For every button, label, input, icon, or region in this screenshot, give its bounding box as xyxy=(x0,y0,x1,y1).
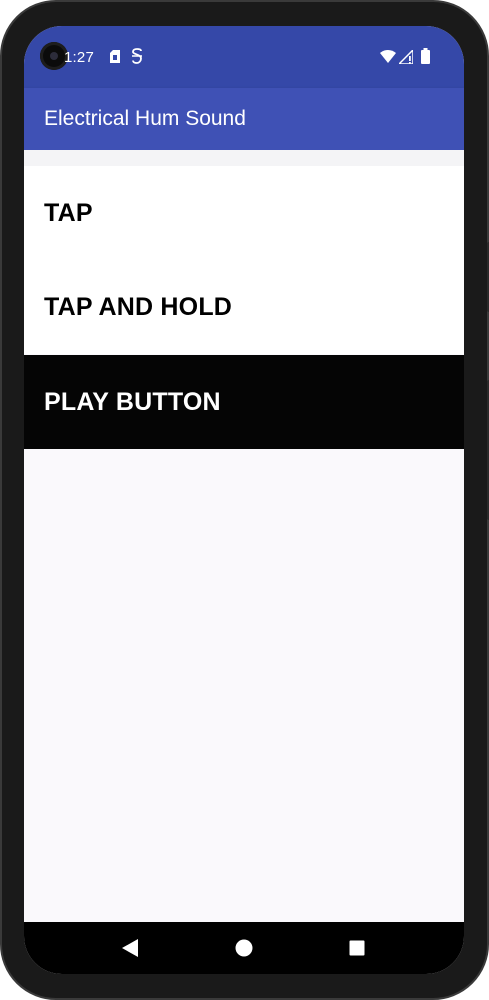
battery-icon xyxy=(421,48,430,69)
notification-s-icon xyxy=(131,48,143,69)
list-item-label: TAP AND HOLD xyxy=(44,293,233,321)
home-button[interactable] xyxy=(214,922,274,974)
back-icon xyxy=(122,939,138,957)
list-item-label: TAP xyxy=(44,199,93,227)
list-item-tap[interactable]: TAP xyxy=(24,166,464,260)
list-item-tap-and-hold[interactable]: TAP AND HOLD xyxy=(24,260,464,354)
navigation-bar xyxy=(24,922,464,974)
app-bar: Electrical Hum Sound xyxy=(24,88,464,150)
home-icon xyxy=(235,939,253,957)
status-bar: 1:27 xyxy=(24,26,464,88)
back-button[interactable] xyxy=(100,922,160,974)
wifi-icon xyxy=(380,50,396,68)
recents-button[interactable] xyxy=(327,922,387,974)
list-top-spacer xyxy=(24,150,464,166)
content-area: TAP TAP AND HOLD PLAY BUTTON xyxy=(24,150,464,922)
list-item-label: PLAY BUTTON xyxy=(44,388,221,416)
phone-frame: 1:27 Electrical Hum Sound TAP TAP AND HO… xyxy=(0,0,489,1000)
recents-icon xyxy=(349,940,365,956)
sim-card-icon xyxy=(110,50,120,68)
signal-icon xyxy=(397,48,414,69)
app-title: Electrical Hum Sound xyxy=(44,107,246,130)
screen: 1:27 Electrical Hum Sound TAP TAP AND HO… xyxy=(24,26,464,974)
list-item-play-button[interactable]: PLAY BUTTON xyxy=(24,355,464,449)
status-time: 1:27 xyxy=(64,49,94,66)
